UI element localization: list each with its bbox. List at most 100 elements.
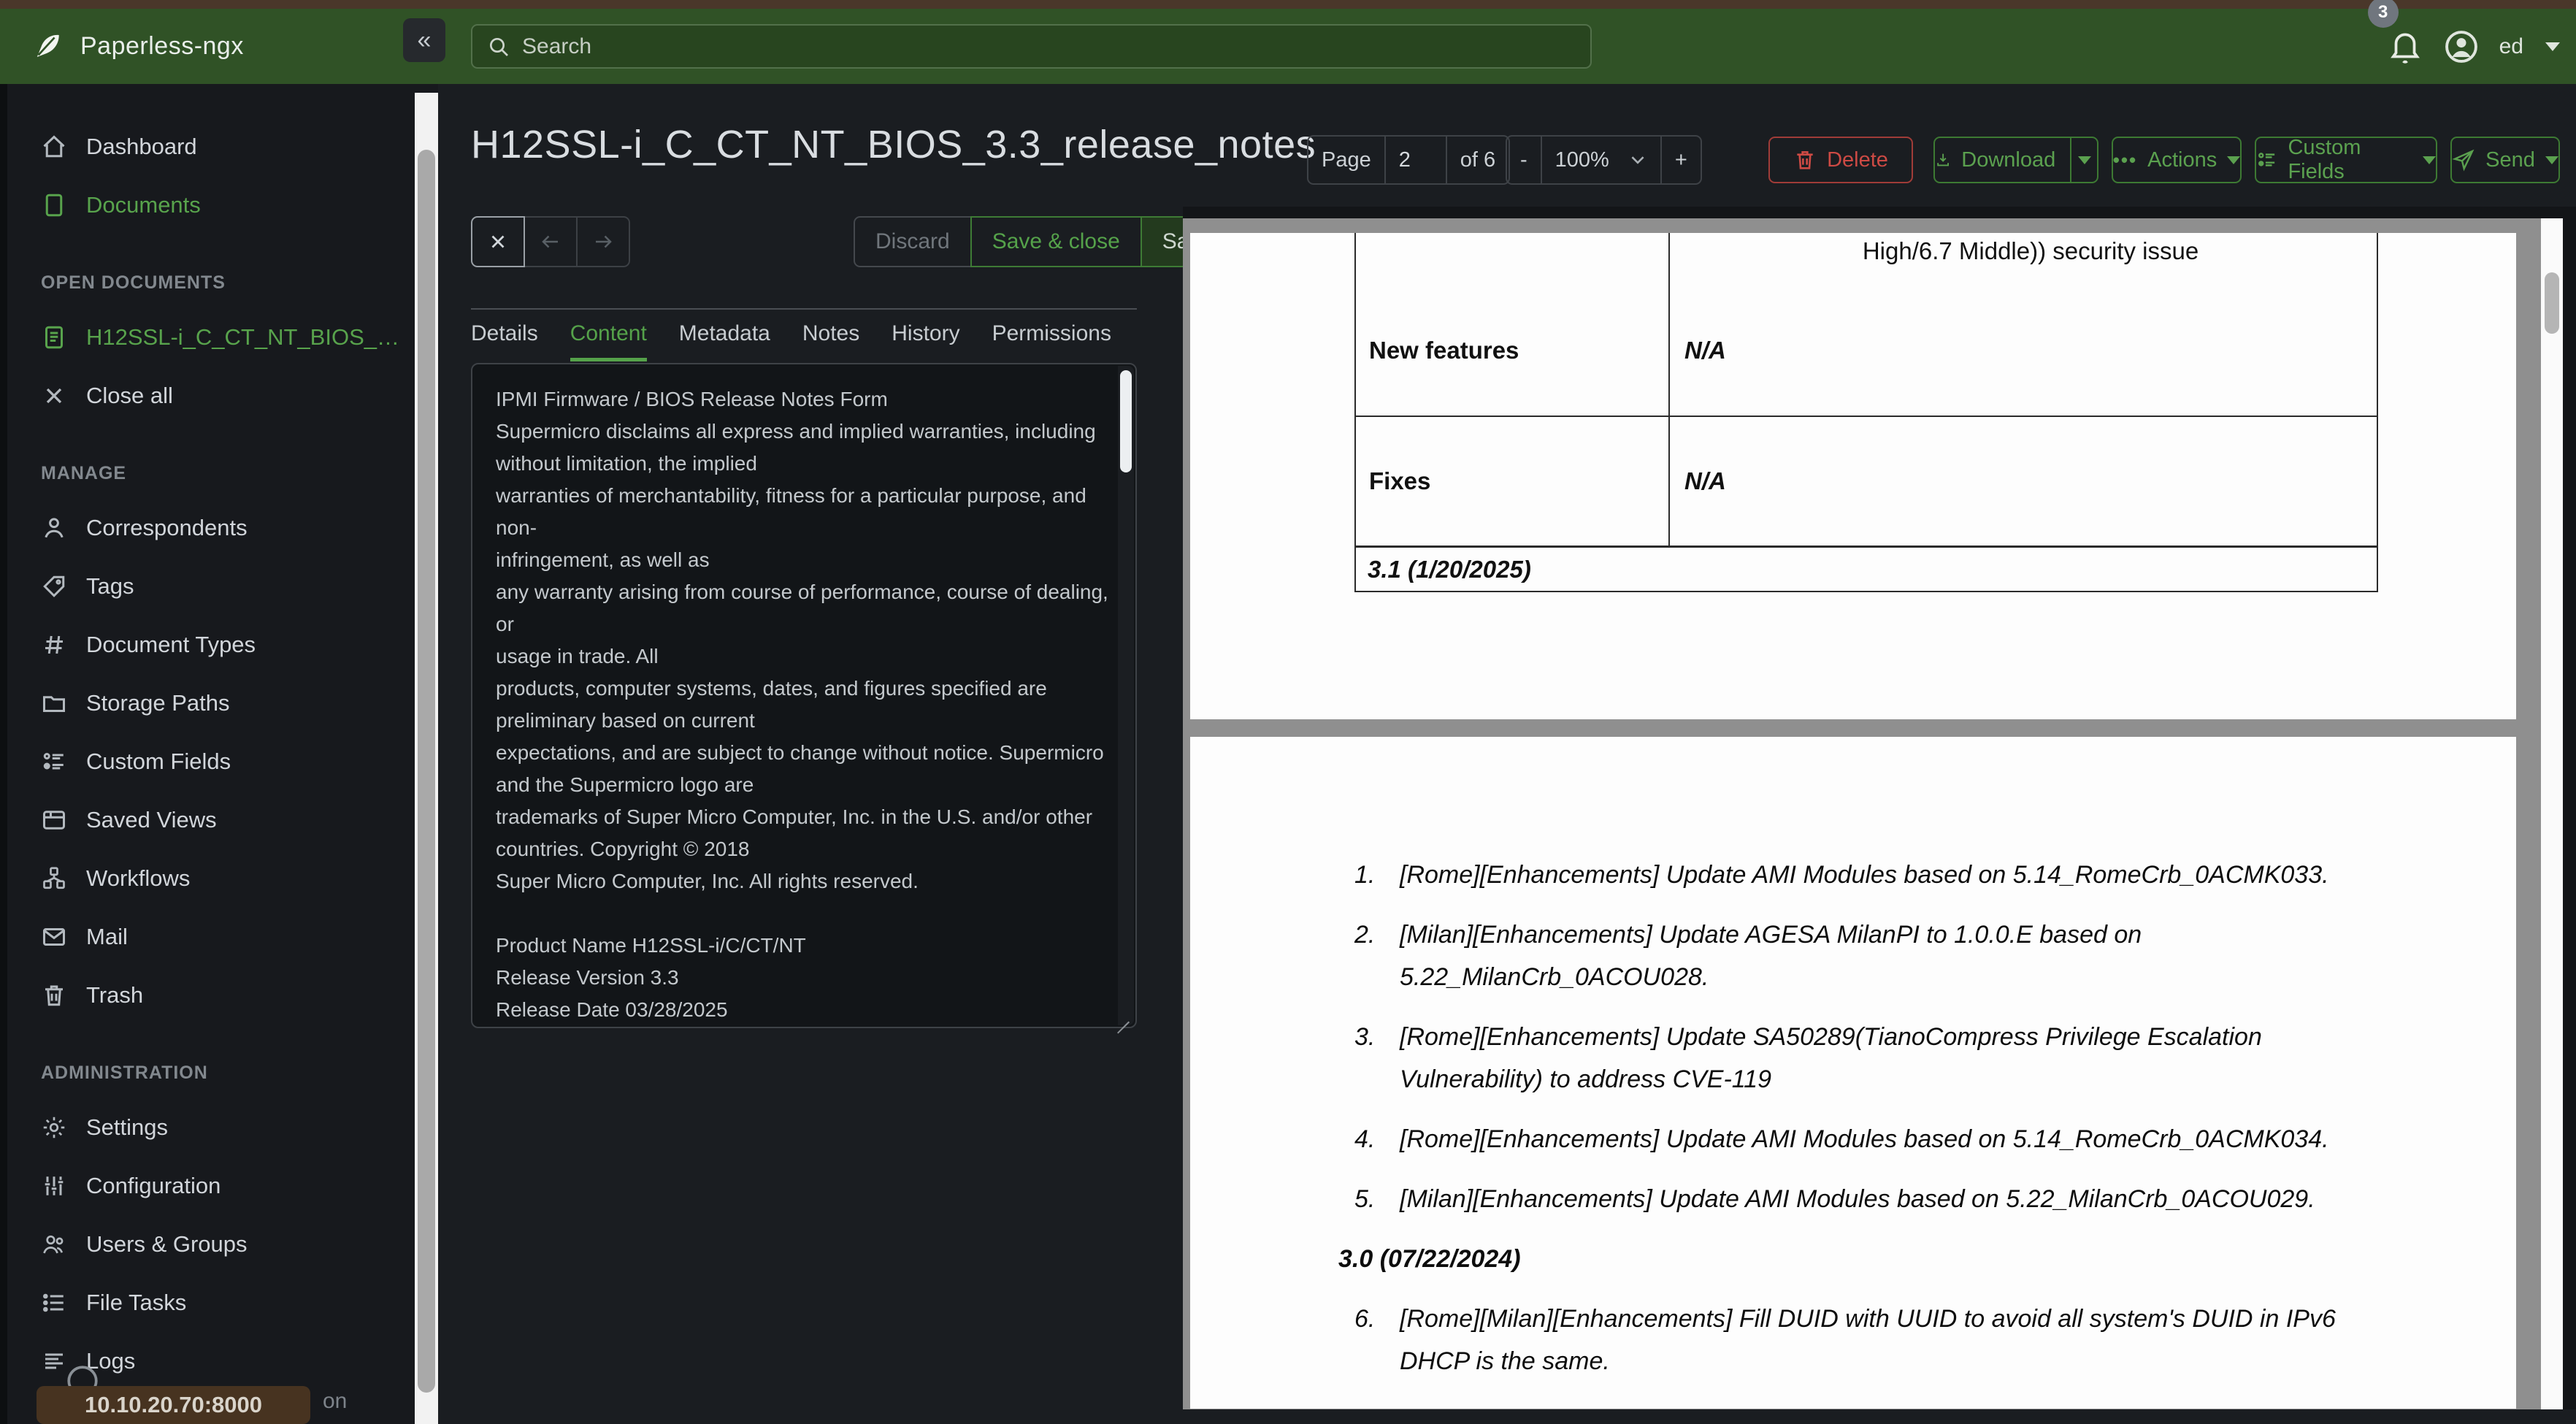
sidebar-item-dashboard[interactable]: Dashboard — [7, 118, 415, 176]
link-status-tooltip: 10.10.20.70:8000 — [37, 1386, 310, 1424]
tab-history[interactable]: History — [892, 321, 959, 361]
discard-button[interactable]: Discard — [854, 216, 972, 267]
zoom-level-value: 100% — [1555, 148, 1609, 172]
notifications-button[interactable] — [2387, 28, 2423, 65]
sidebar-item-close-all[interactable]: Close all — [7, 367, 415, 425]
sidebar-item-h12ssl-i-c-ct-nt-bios-3-3-rel-[interactable]: H12SSL-i_C_CT_NT_BIOS_3.3_rel... — [7, 308, 415, 367]
next-document-button[interactable] — [576, 216, 630, 267]
zoom-level-select[interactable]: 100% — [1540, 137, 1660, 183]
send-caret-icon — [2545, 156, 2558, 164]
tab-content[interactable]: Content — [570, 321, 647, 361]
brand[interactable]: Paperless-ngx — [31, 29, 244, 63]
sidebar-scrollbar-thumb[interactable] — [418, 150, 435, 1393]
zoom-in-button[interactable]: + — [1660, 137, 1701, 183]
document-tabs: Details Content Metadata Notes History Permis… — [471, 321, 1111, 361]
file-icon — [41, 192, 67, 218]
username[interactable]: ed — [2499, 34, 2523, 59]
table-row-value: N/A — [1684, 337, 1726, 364]
sidebar-item-tags[interactable]: Tags — [7, 557, 415, 616]
download-button[interactable]: Download — [1933, 137, 2098, 183]
arrow-left-icon — [540, 231, 561, 253]
close-document-button[interactable] — [471, 216, 525, 267]
gear-icon — [41, 1114, 67, 1141]
sidebar: Dashboard Documents OPEN DOCUMENTS H12SSL-i… — [0, 84, 438, 1424]
tab-notes[interactable]: Notes — [802, 321, 859, 361]
textarea-resize-handle[interactable] — [1113, 1006, 1131, 1024]
item-number: 5. — [1354, 1185, 1376, 1213]
sidebar-scrollbar[interactable] — [415, 93, 438, 1424]
custom-fields-button[interactable]: Custom Fields — [2255, 136, 2437, 183]
item-text: [Rome][Enhancements] Update SA50289(Tian… — [1400, 1023, 2262, 1093]
chevron-down-icon — [1628, 150, 1647, 169]
views-icon — [41, 807, 67, 833]
sidebar-item-documents[interactable]: Documents — [7, 176, 415, 234]
item-text: [Rome][Enhancements] Update AMI Modules … — [1400, 861, 2329, 889]
content-scrollbar-thumb[interactable] — [1120, 370, 1132, 472]
send-button[interactable]: Send — [2450, 137, 2560, 183]
sidebar-item-label: Document Types — [86, 632, 256, 657]
sidebar-item-settings[interactable]: Settings — [7, 1098, 415, 1157]
sidebar-item-users-groups[interactable]: Users & Groups — [7, 1215, 415, 1274]
fields-icon — [2256, 148, 2277, 172]
sidebar-item-label: Trash — [86, 982, 144, 1008]
document-edit-nav — [471, 216, 630, 267]
search-bar[interactable] — [471, 24, 1592, 69]
pdf-page-2: 1. [Rome][Enhancements] Update AMI Module… — [1190, 737, 2516, 1409]
sidebar-item-label: Correspondents — [86, 515, 248, 540]
sidebar-item-correspondents[interactable]: Correspondents — [7, 499, 415, 557]
save-and-close-button[interactable]: Save & close — [970, 216, 1142, 267]
notification-badge: 3 — [2367, 0, 2399, 28]
tasks-icon — [41, 1290, 67, 1316]
tag-icon — [41, 573, 67, 600]
document-title: H12SSL-i_C_CT_NT_BIOS_3.3_release_notes — [471, 123, 1316, 166]
sidebar-item-label: Configuration — [86, 1173, 221, 1198]
zoom-controls-group: - 100% + — [1506, 135, 1702, 185]
search-input[interactable] — [522, 34, 1576, 59]
zoom-out-button[interactable]: - — [1507, 137, 1541, 183]
release-note-item: 1. [Rome][Enhancements] Update AMI Module… — [1354, 854, 2406, 896]
previous-document-button[interactable] — [524, 216, 578, 267]
sidebar-item-file-tasks[interactable]: File Tasks — [7, 1274, 415, 1332]
actions-button[interactable]: ••• Actions — [2112, 137, 2242, 183]
folder-icon — [41, 690, 67, 716]
sidebar-item-configuration[interactable]: Configuration — [7, 1157, 415, 1215]
pdf-viewer[interactable]: High/6.7 Middle)) security issue New fea… — [1183, 218, 2563, 1409]
item-number: 6. — [1354, 1305, 1376, 1333]
sidebar-collapse-button[interactable]: « — [403, 18, 445, 62]
user-avatar-icon[interactable] — [2442, 28, 2480, 66]
content-scrollbar[interactable] — [1118, 366, 1134, 1025]
sidebar-item-trash[interactable]: Trash — [7, 966, 415, 1025]
sidebar-item-mail[interactable]: Mail — [7, 908, 415, 966]
content-editor: IPMI Firmware / BIOS Release Notes Form … — [471, 363, 1137, 1028]
sidebar-item-document-types[interactable]: Document Types — [7, 616, 415, 674]
tab-permissions[interactable]: Permissions — [992, 321, 1111, 361]
close-icon — [487, 231, 509, 253]
content-textarea[interactable]: IPMI Firmware / BIOS Release Notes Form … — [472, 364, 1118, 1022]
tab-details[interactable]: Details — [471, 321, 538, 361]
top-accent-strip — [0, 0, 2576, 9]
sidebar-item-storage-paths[interactable]: Storage Paths — [7, 674, 415, 732]
sidebar-item-label: Dashboard — [86, 134, 197, 159]
page-number-input[interactable] — [1398, 148, 1433, 172]
delete-button[interactable]: Delete — [1768, 137, 1913, 183]
item-text: [Rome][Enhancements] Update AMI Modules … — [1400, 1125, 2329, 1153]
sliders-icon — [41, 1173, 67, 1199]
release-note-item: 3. [Rome][Enhancements] Update SA50289(Ti… — [1354, 1016, 2406, 1100]
preview-scrollbar[interactable] — [2541, 218, 2563, 1409]
user-menu-caret-icon[interactable] — [2545, 42, 2560, 51]
table-row: New features N/A — [1356, 286, 2377, 416]
users-icon — [41, 1231, 67, 1258]
table-cell-empty — [1356, 233, 1670, 286]
sidebar-item-saved-views[interactable]: Saved Views — [7, 791, 415, 849]
page-total: of 6 — [1445, 137, 1509, 183]
arrow-right-icon — [592, 231, 614, 253]
main-panel: H12SSL-i_C_CT_NT_BIOS_3.3_release_notes … — [438, 84, 2576, 1424]
sidebar-item-custom-fields[interactable]: Custom Fields — [7, 732, 415, 791]
sidebar-section-header: MANAGE — [41, 463, 127, 483]
table-row: Fixes N/A — [1356, 416, 2377, 546]
download-dropdown-button[interactable] — [2070, 138, 2097, 182]
sidebar-item-workflows[interactable]: Workflows — [7, 849, 415, 908]
tab-metadata[interactable]: Metadata — [679, 321, 770, 361]
divider — [471, 308, 1137, 310]
preview-scrollbar-thumb[interactable] — [2545, 272, 2559, 334]
